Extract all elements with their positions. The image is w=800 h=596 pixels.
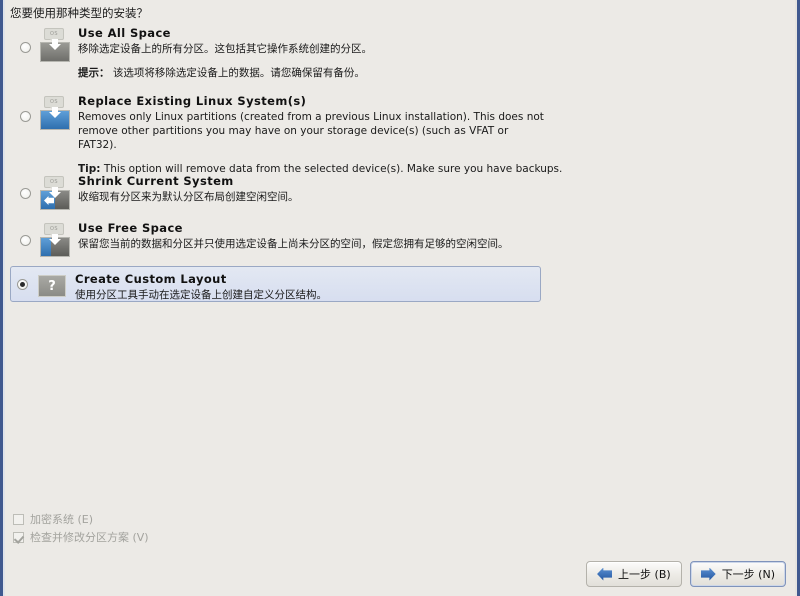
os-badge: OS — [44, 96, 64, 108]
option-description: 移除选定设备上的所有分区。这包括其它操作系统创建的分区。 — [78, 43, 372, 55]
icon-cell-replace-existing-linux: OS — [36, 93, 74, 130]
installation-type-radio-group: OS Use All Space 移除选定设备上的所有分区。这包括其它操作系统创… — [10, 22, 790, 302]
icon-cell-use-all-space: OS — [36, 25, 74, 62]
radio-button-shrink-current-system[interactable] — [19, 188, 31, 199]
os-badge: OS — [44, 28, 64, 40]
option-title: Use Free Space — [78, 221, 183, 235]
option-description: 收缩现有分区来为默认分区布局创建空闲空间。 — [78, 191, 299, 203]
checkbox-encrypt-system[interactable] — [13, 513, 24, 525]
option-description: 使用分区工具手动在选定设备上创建自定义分区结构。 — [75, 289, 327, 301]
radio-cell-create-custom-layout[interactable] — [11, 269, 33, 299]
option-description: Removes only Linux partitions (created f… — [78, 111, 544, 151]
os-badge: OS — [44, 176, 64, 188]
arrow-right-icon — [700, 567, 716, 581]
radio-cell-replace-existing-linux[interactable] — [14, 93, 36, 159]
checkbox-row-review-layout[interactable]: 检查并修改分区方案 (V) — [13, 528, 149, 546]
back-button-label: 上一步 (B) — [618, 568, 671, 581]
arrow-left-icon — [597, 567, 613, 581]
next-button-label: 下一步 (N) — [721, 568, 775, 581]
text-create-custom-layout: Create Custom Layout 使用分区工具手动在选定设备上创建自定义… — [71, 269, 537, 302]
checkbox-review-layout[interactable] — [13, 531, 24, 543]
checkbox-label-review-layout: 检查并修改分区方案 (V) — [30, 531, 149, 544]
icon-cell-shrink-current-system: OS — [36, 173, 74, 210]
disk-free-space-icon: OS — [40, 223, 70, 257]
option-tip-text: 该选项将移除选定设备上的数据。请您确保留有备份。 — [112, 67, 365, 79]
option-title: Shrink Current System — [78, 174, 234, 188]
icon-cell-use-free-space: OS — [36, 220, 74, 257]
text-use-all-space: Use All Space 移除选定设备上的所有分区。这包括其它操作系统创建的分… — [74, 25, 786, 80]
radio-button-create-custom-layout[interactable] — [16, 278, 28, 290]
option-title: Create Custom Layout — [75, 272, 227, 286]
disk-shrink-icon: OS — [40, 176, 70, 210]
radio-button-use-all-space[interactable] — [19, 42, 31, 53]
option-tip: 提示： 该选项将移除选定设备上的数据。请您确保留有备份。 — [78, 66, 786, 80]
radio-button-use-free-space[interactable] — [19, 235, 31, 246]
option-description: 保留您当前的数据和分区并只使用选定设备上尚未分区的空间，假定您拥有足够的空闲空间… — [78, 238, 509, 250]
question-mark-icon: ? — [38, 275, 66, 297]
radio-cell-shrink-current-system[interactable] — [14, 173, 36, 209]
icon-cell-create-custom-layout: ? — [33, 269, 71, 297]
os-badge: OS — [44, 223, 64, 235]
text-replace-existing-linux: Replace Existing Linux System(s) Removes… — [74, 93, 786, 176]
checkbox-row-encrypt-system[interactable]: 加密系统 (E) — [13, 510, 149, 528]
disk-erase-all-icon: OS — [40, 28, 70, 62]
page-title: 您要使用那种类型的安装？ — [10, 6, 148, 20]
installation-type-page: 您要使用那种类型的安装？ OS Use All Space 移除选定设备上的所有… — [5, 0, 795, 596]
option-use-all-space[interactable]: OS Use All Space 移除选定设备上的所有分区。这包括其它操作系统创… — [10, 22, 790, 84]
option-replace-existing-linux[interactable]: OS Replace Existing Linux System(s) Remo… — [10, 90, 790, 175]
option-use-free-space[interactable]: OS Use Free Space 保留您当前的数据和分区并只使用选定设备上尚未… — [10, 217, 790, 259]
radio-button-replace-existing-linux[interactable] — [19, 111, 31, 122]
radio-cell-use-all-space[interactable] — [14, 25, 36, 81]
navigation-buttons: 上一步 (B) 下一步 (N) — [586, 561, 786, 587]
checkbox-label-encrypt-system: 加密系统 (E) — [30, 513, 94, 526]
disk-replace-linux-icon: OS — [40, 96, 70, 130]
drive-fill-left — [41, 238, 52, 256]
option-create-custom-layout[interactable]: ? Create Custom Layout 使用分区工具手动在选定设备上创建自… — [10, 266, 541, 302]
option-tip-label: 提示： — [78, 67, 110, 79]
option-shrink-current-system[interactable]: OS Shrink Current System 收缩现有分区来为默认分区布局创… — [10, 170, 790, 212]
text-use-free-space: Use Free Space 保留您当前的数据和分区并只使用选定设备上尚未分区的… — [74, 220, 786, 251]
option-title: Replace Existing Linux System(s) — [78, 94, 307, 108]
option-title: Use All Space — [78, 26, 171, 40]
next-button[interactable]: 下一步 (N) — [689, 561, 786, 587]
text-shrink-current-system: Shrink Current System 收缩现有分区来为默认分区布局创建空闲… — [74, 173, 786, 204]
back-button[interactable]: 上一步 (B) — [586, 561, 682, 587]
radio-cell-use-free-space[interactable] — [14, 220, 36, 256]
options-checkbox-group: 加密系统 (E) 检查并修改分区方案 (V) — [13, 510, 149, 546]
